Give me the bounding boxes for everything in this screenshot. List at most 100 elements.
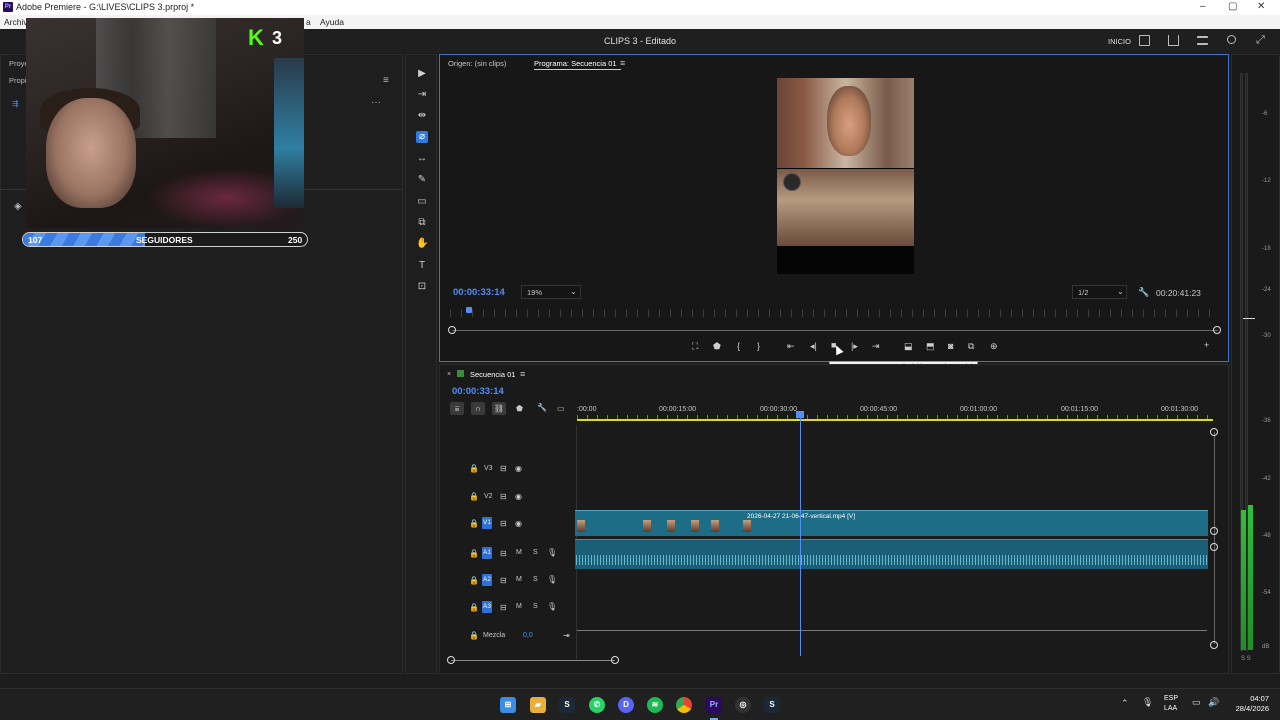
effect-icon[interactable]: ◈	[14, 201, 22, 212]
lock-icon[interactable]: 🔒	[469, 492, 479, 501]
comparison-view-icon[interactable]: ⧉	[968, 341, 974, 352]
meter-solo-buttons[interactable]: S S	[1241, 656, 1251, 662]
step-forward-icon[interactable]: |▸	[851, 341, 858, 352]
menu-item-archivo[interactable]: Archiv	[4, 17, 28, 27]
solo-button[interactable]: S	[533, 549, 538, 556]
track-select-tool-icon[interactable]: ⇥	[416, 89, 428, 101]
sequence-menu-icon[interactable]: ≡	[520, 369, 525, 379]
track-a2-target[interactable]: A2	[482, 574, 492, 586]
hscroll-handle-right[interactable]	[611, 656, 619, 664]
safe-margins-icon[interactable]: ⊕	[990, 341, 998, 352]
nest-icon[interactable]: ⩸	[450, 402, 464, 415]
mute-button[interactable]: M	[516, 603, 522, 610]
vscroll-handle-top[interactable]	[1210, 428, 1218, 436]
eye-icon[interactable]: ◉	[515, 519, 522, 528]
snap-icon[interactable]: ∩	[471, 402, 485, 415]
fullscreen-icon[interactable]: ⤢	[1256, 35, 1267, 46]
track-a1-target[interactable]: A1	[482, 547, 492, 559]
program-timecode[interactable]: 00:00:33:14	[453, 287, 505, 298]
vscroll-handle-audio[interactable]	[1210, 543, 1218, 551]
rectangle-tool-icon[interactable]: ▭	[416, 196, 428, 208]
menu-lines-icon[interactable]	[1197, 36, 1208, 45]
timeline-vertical-scrollbar[interactable]	[1214, 432, 1215, 644]
zoom-handle-left[interactable]	[448, 326, 456, 334]
step-back-icon[interactable]: ◂|	[810, 341, 817, 352]
search-icon[interactable]	[1227, 35, 1236, 44]
tab-source[interactable]: Origen: (sin clips)	[448, 59, 506, 68]
add-marker-icon[interactable]: ⬟	[516, 404, 523, 413]
sync-lock-icon[interactable]: ⊟	[500, 519, 507, 528]
close-icon[interactable]: ✕	[1257, 1, 1265, 12]
adjust-icon[interactable]: ⇶	[12, 99, 18, 108]
timeline-settings-icon[interactable]: 🔧	[537, 403, 547, 412]
razor-tool-icon[interactable]: ⌀	[416, 131, 428, 143]
system-clock[interactable]: 04:07 28/4/2026	[1223, 694, 1269, 714]
sync-lock-icon[interactable]: ⊟	[500, 464, 507, 473]
monitor-zoom-bar[interactable]	[452, 330, 1218, 331]
mix-value[interactable]: 0,0	[523, 632, 533, 639]
slip-tool-icon[interactable]: ↔	[416, 153, 428, 165]
workspace-panel-icon[interactable]	[1139, 35, 1150, 46]
spotify-icon[interactable]: ≋	[647, 697, 663, 713]
sync-lock-icon[interactable]: ⊟	[500, 492, 507, 501]
lift-icon[interactable]: ⛶	[692, 341, 698, 352]
timeline-horizontal-scrollbar[interactable]	[451, 660, 615, 661]
network-icon[interactable]: ▭	[1192, 697, 1201, 708]
insert-icon[interactable]: ⬓	[904, 341, 913, 352]
close-sequence-icon[interactable]: ×	[447, 371, 451, 378]
microphone-icon[interactable]: 🎙	[547, 548, 557, 557]
track-v1-target[interactable]: V1	[482, 517, 492, 529]
caption-tool-icon[interactable]: ⊡	[416, 281, 428, 293]
chrome-icon[interactable]	[676, 697, 692, 713]
eye-icon[interactable]: ◉	[515, 492, 522, 501]
lock-icon[interactable]: 🔒	[469, 603, 479, 612]
add-marker-icon[interactable]: ⬟	[713, 341, 721, 352]
hand-tool-icon[interactable]: ✋	[416, 238, 428, 250]
lock-icon[interactable]: 🔒	[469, 519, 479, 528]
steam-icon-2[interactable]: S	[764, 697, 780, 713]
file-explorer-icon[interactable]: ▰	[530, 697, 546, 713]
eye-icon[interactable]: ◉	[515, 464, 522, 473]
minimize-icon[interactable]: –	[1200, 1, 1206, 12]
whatsapp-icon[interactable]: ✆	[589, 697, 605, 713]
microphone-tray-icon[interactable]: 🎙	[1142, 697, 1153, 708]
tab-sequence[interactable]: Secuencia 01	[470, 370, 515, 379]
overwrite-icon[interactable]: ⬒	[926, 341, 935, 352]
premiere-pro-icon[interactable]: Pr	[706, 697, 722, 713]
chevron-up-icon[interactable]: ⌃	[1121, 698, 1129, 709]
work-area-bar[interactable]	[577, 419, 1213, 421]
lock-icon[interactable]: 🔒	[469, 549, 479, 558]
settings-wrench-icon[interactable]: 🔧	[1138, 287, 1149, 298]
linked-selection-icon[interactable]: ⛓	[492, 402, 506, 415]
solo-button[interactable]: S	[533, 576, 538, 583]
sync-lock-icon[interactable]: ⊟	[500, 603, 507, 612]
more-options-icon[interactable]: ···	[371, 97, 381, 108]
solo-button[interactable]: S	[533, 603, 538, 610]
sync-lock-icon[interactable]: ⊟	[500, 549, 507, 558]
sync-lock-icon[interactable]: ⊟	[500, 576, 507, 585]
microphone-icon[interactable]: 🎙	[547, 602, 557, 611]
lock-icon[interactable]: 🔒	[469, 464, 479, 473]
ripple-edit-tool-icon[interactable]: ⇹	[416, 110, 428, 122]
program-menu-icon[interactable]: ≡	[620, 58, 625, 68]
mark-in-icon[interactable]: {	[737, 341, 740, 351]
obs-icon[interactable]: ◎	[735, 697, 751, 713]
timeline-playhead-handle[interactable]	[796, 411, 804, 418]
discord-icon[interactable]: D	[618, 697, 634, 713]
transform-tool-icon[interactable]: ⧉	[416, 217, 428, 229]
pen-tool-icon[interactable]: ✎	[416, 174, 428, 186]
vscroll-handle-mid[interactable]	[1210, 527, 1218, 535]
mute-button[interactable]: M	[516, 576, 522, 583]
button-editor-icon[interactable]: +	[1204, 340, 1209, 350]
tab-program[interactable]: Programa: Secuencia 01	[534, 59, 617, 68]
resolution-select[interactable]: 1/2 ⌄	[1072, 285, 1127, 299]
menu-item-ayuda[interactable]: Ayuda	[320, 17, 344, 27]
monitor-playhead[interactable]	[466, 307, 472, 313]
captions-icon[interactable]: ▭	[557, 404, 565, 413]
mark-out-icon[interactable]: }	[757, 341, 760, 351]
timeline-timecode[interactable]: 00:00:33:14	[452, 386, 504, 397]
menu-item-ventana[interactable]: a	[306, 17, 311, 27]
tab-properties[interactable]: Propi	[9, 76, 27, 85]
type-tool-icon[interactable]: T	[416, 260, 428, 272]
steam-icon[interactable]: S	[559, 697, 575, 713]
